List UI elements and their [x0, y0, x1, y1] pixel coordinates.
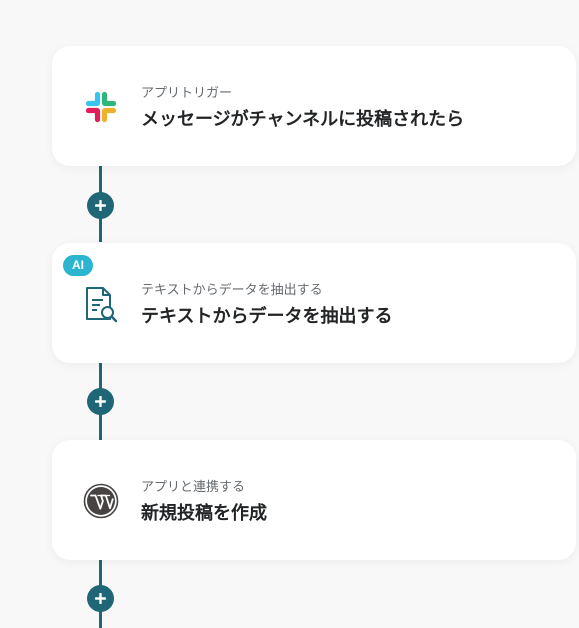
add-step-button[interactable] [87, 192, 114, 219]
step-subtitle: アプリと連携する [141, 480, 246, 495]
slack-icon [81, 87, 121, 127]
wordpress-icon [81, 481, 121, 521]
step-card-slack-trigger[interactable]: アプリトリガー メッセージがチャンネルに投稿されたら [52, 46, 576, 166]
step-title: テキストからデータを抽出する [141, 306, 393, 327]
plus-icon [95, 593, 106, 604]
step-card-wordpress[interactable]: アプリと連携する 新規投稿を作成 [52, 440, 576, 560]
add-step-button[interactable] [87, 388, 114, 415]
plus-icon [95, 396, 106, 407]
step-subtitle: アプリトリガー [141, 86, 233, 101]
step-card-ai-extract[interactable]: テキストからデータを抽出する テキストからデータを抽出する [52, 243, 576, 363]
document-search-icon [81, 284, 121, 324]
step-title: 新規投稿を作成 [141, 503, 267, 524]
add-step-button[interactable] [87, 585, 114, 612]
plus-icon [95, 200, 106, 211]
ai-badge: AI [63, 255, 93, 276]
step-subtitle: テキストからデータを抽出する [141, 283, 323, 298]
step-title: メッセージがチャンネルに投稿されたら [141, 109, 465, 130]
